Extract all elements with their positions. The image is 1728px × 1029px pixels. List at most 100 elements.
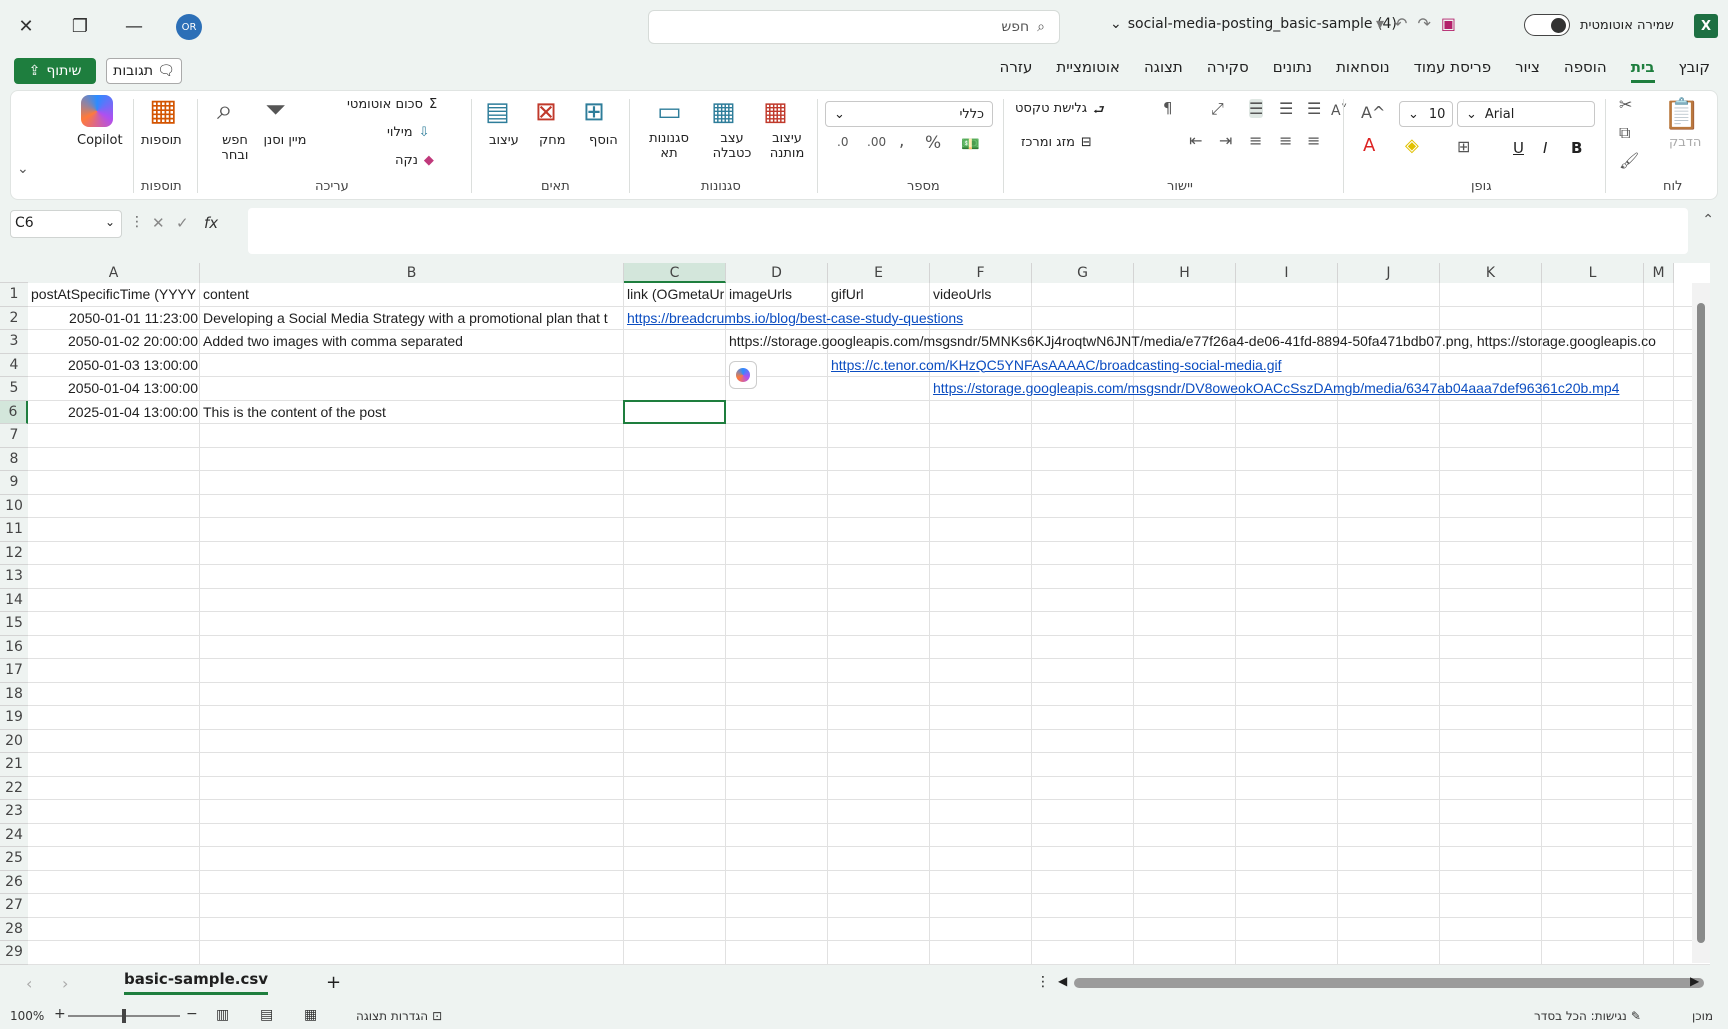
delete-button[interactable]: מחק [539, 133, 566, 148]
tab-9[interactable]: אוטומציית [1056, 58, 1120, 83]
row-header-14[interactable]: 14 [0, 588, 28, 612]
tab-5[interactable]: נוסחאות [1336, 58, 1390, 83]
column-header-j[interactable]: J [1338, 263, 1440, 283]
cell-f1[interactable]: videoUrls [933, 283, 1030, 306]
increase-font-icon[interactable]: A^ [1361, 103, 1385, 122]
clear-button[interactable]: נקה ◆ [395, 153, 434, 168]
addins-icon[interactable]: ▦ [149, 93, 177, 128]
tab-7[interactable]: סקירה [1207, 58, 1249, 83]
cell-a2[interactable]: 2050-01-01 11:23:00 [31, 307, 198, 330]
row-header-22[interactable]: 22 [0, 776, 28, 800]
format-cells-icon[interactable]: ▤ [485, 97, 510, 127]
row-header-28[interactable]: 28 [0, 917, 28, 941]
column-header-g[interactable]: G [1032, 263, 1134, 283]
align-center-icon[interactable]: ≡ [1279, 131, 1292, 150]
indent-increase-icon[interactable]: ⇥ [1219, 131, 1232, 150]
selected-cell-c6[interactable] [623, 399, 726, 424]
copy-icon[interactable]: ⧉ [1619, 123, 1630, 143]
decrease-font-icon[interactable]: A˅ [1331, 103, 1348, 119]
cell-a4[interactable]: 2050-01-03 13:00:00 [31, 354, 198, 377]
row-header-3[interactable]: 3 [0, 330, 28, 354]
add-sheet-icon[interactable]: + [326, 972, 341, 993]
row-header-10[interactable]: 10 [0, 494, 28, 518]
sort-filter-button[interactable]: מיין וסנן [263, 133, 307, 148]
cell-a1[interactable]: postAtSpecificTime (YYYY [31, 283, 198, 306]
row-header-8[interactable]: 8 [0, 447, 28, 471]
cell-c1[interactable]: link (OGmetaUr [627, 283, 724, 306]
format-table-icon[interactable]: ▦ [711, 97, 736, 127]
underline-button[interactable]: U [1513, 139, 1524, 157]
zoom-out-icon[interactable]: − [186, 1006, 198, 1022]
indent-decrease-icon[interactable]: ⇤ [1189, 131, 1202, 150]
font-color-icon[interactable]: A [1363, 135, 1375, 156]
row-header-26[interactable]: 26 [0, 870, 28, 894]
align-top-icon[interactable]: ☰ [1307, 99, 1321, 118]
row-header-18[interactable]: 18 [0, 682, 28, 706]
horizontal-scrollbar[interactable] [1074, 978, 1704, 988]
row-header-16[interactable]: 16 [0, 635, 28, 659]
wrap-text-button[interactable]: גלישת טקסט ⮐ [1015, 101, 1105, 123]
align-right-icon[interactable]: ≡ [1307, 131, 1320, 150]
share-button[interactable]: ⇪ שיתוף [14, 58, 96, 84]
row-header-24[interactable]: 24 [0, 823, 28, 847]
row-header-13[interactable]: 13 [0, 565, 28, 589]
row-header-20[interactable]: 20 [0, 729, 28, 753]
align-left-icon[interactable]: ≡ [1249, 131, 1262, 150]
row-header-21[interactable]: 21 [0, 753, 28, 777]
row-header-5[interactable]: 5 [0, 377, 28, 401]
conditional-format-icon[interactable]: ▦ [763, 97, 788, 127]
find-select-button[interactable]: חפש ובחר [213, 133, 257, 163]
delete-cells-icon[interactable]: ⊠ [535, 97, 557, 127]
name-box[interactable]: C6 ⌄ [10, 210, 122, 238]
cell-e4[interactable]: https://c.tenor.com/KHzQC5YNFAsAAAAC/bro… [831, 354, 1673, 377]
comma-icon[interactable]: , [899, 131, 904, 151]
addins-button[interactable]: תוספות [141, 133, 182, 148]
row-header-15[interactable]: 15 [0, 612, 28, 636]
row-header-29[interactable]: 29 [0, 941, 28, 965]
zoom-level[interactable]: 100% [10, 1009, 44, 1023]
accounting-icon[interactable]: 💵 [961, 135, 980, 153]
enter-icon[interactable]: ✓ [176, 214, 189, 232]
zoom-slider-thumb[interactable] [122, 1009, 126, 1023]
autosave-switch[interactable] [1524, 14, 1570, 36]
fill-color-icon[interactable]: ◈ [1405, 135, 1419, 156]
sort-filter-icon[interactable]: ⏷ [265, 95, 286, 126]
row-header-7[interactable]: 7 [0, 424, 28, 448]
row-header-11[interactable]: 11 [0, 518, 28, 542]
column-header-c[interactable]: C [624, 263, 726, 283]
row-header-12[interactable]: 12 [0, 541, 28, 565]
row-header-19[interactable]: 19 [0, 706, 28, 730]
sheet-tab[interactable]: basic-sample.csv [124, 970, 269, 995]
row-header-2[interactable]: 2 [0, 306, 28, 330]
row-header-17[interactable]: 17 [0, 659, 28, 683]
format-button[interactable]: עיצוב [489, 133, 519, 148]
scroll-right-icon[interactable]: ▶ [1690, 974, 1699, 988]
rtl-icon[interactable]: ¶ [1163, 99, 1173, 117]
display-settings[interactable]: הגדרות תצוגה ⊡ [356, 1009, 442, 1023]
document-title[interactable]: ⌄ social-media-posting_basic-sample (4) [1110, 16, 1397, 32]
column-header-k[interactable]: K [1440, 263, 1542, 283]
scroll-left-icon[interactable]: ◀ [1058, 974, 1067, 988]
column-header-l[interactable]: L [1542, 263, 1644, 283]
cell-b3[interactable]: Added two images with comma separated [203, 330, 622, 353]
row-header-9[interactable]: 9 [0, 471, 28, 495]
cut-icon[interactable]: ✂ [1619, 95, 1632, 114]
tab-0[interactable]: קובץ [1679, 58, 1711, 83]
column-header-h[interactable]: H [1134, 263, 1236, 283]
decrease-decimal-icon[interactable]: .00 [867, 135, 886, 149]
formula-input[interactable] [248, 208, 1688, 254]
column-header-d[interactable]: D [726, 263, 828, 283]
cell-c2[interactable]: https://breadcrumbs.io/blog/best-case-st… [627, 307, 1673, 330]
tab-4[interactable]: פריסת עמוד [1414, 58, 1491, 83]
column-header-i[interactable]: I [1236, 263, 1338, 283]
normal-view-icon[interactable]: ▦ [304, 1007, 317, 1023]
bold-button[interactable]: B [1571, 139, 1582, 157]
paste-button[interactable]: הדבק [1669, 135, 1701, 150]
cell-a5[interactable]: 2050-01-04 13:00:00 [31, 377, 198, 400]
cell-a3[interactable]: 2050-01-02 20:00:00 [31, 330, 198, 353]
format-painter-icon[interactable]: 🖌 [1619, 151, 1639, 170]
column-header-b[interactable]: B [200, 263, 624, 283]
comments-button[interactable]: תגובות 🗨 [106, 58, 182, 84]
copilot-button[interactable]: Copilot [77, 133, 123, 148]
more-options-icon[interactable]: ⋮ [130, 214, 144, 230]
